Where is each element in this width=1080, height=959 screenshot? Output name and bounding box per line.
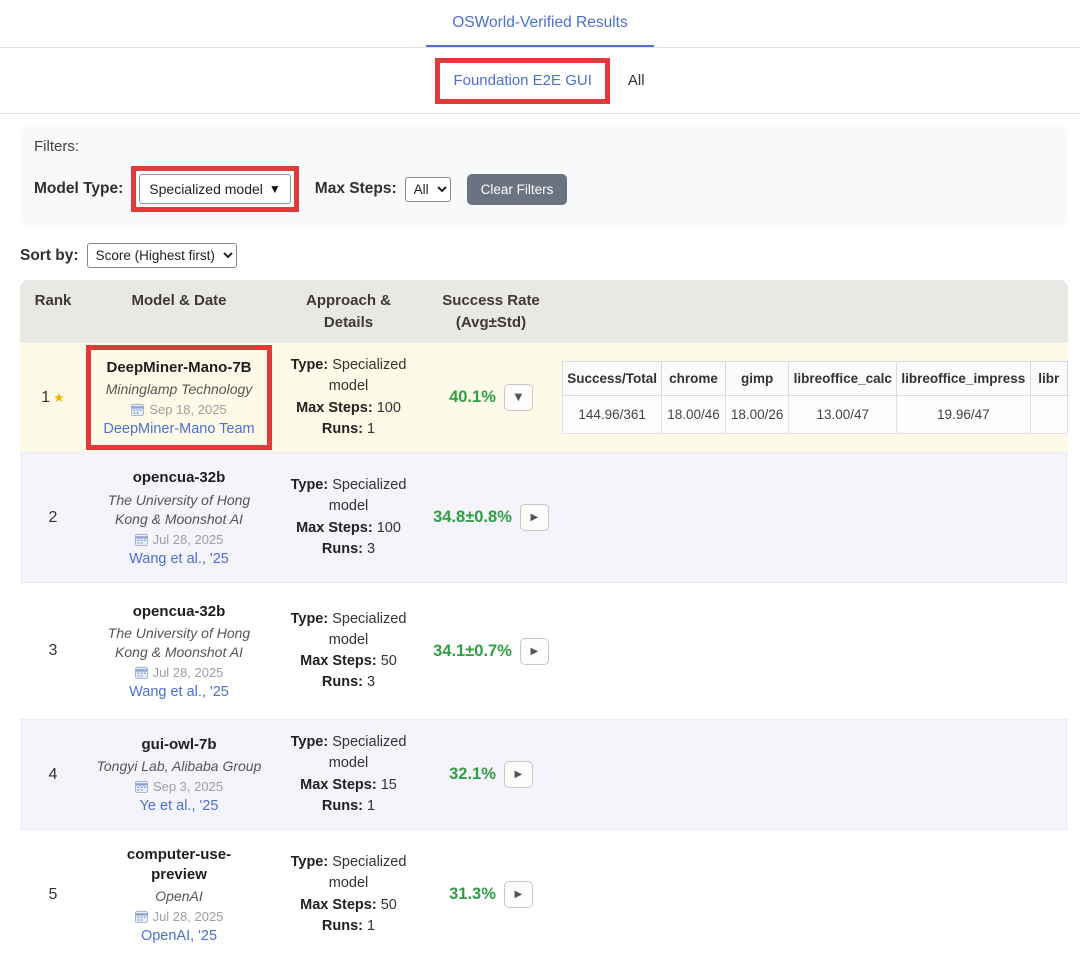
model-link[interactable]: Wang et al., '25 bbox=[129, 684, 229, 700]
model-name: computer-use-preview bbox=[118, 845, 240, 886]
model-link[interactable]: Wang et al., '25 bbox=[129, 551, 229, 567]
detail-value bbox=[1030, 396, 1067, 434]
results-title-bar: OSWorld-Verified Results bbox=[0, 0, 1080, 48]
column-header-rank: Rank bbox=[20, 290, 86, 312]
success-rate-value: 34.1±0.7% bbox=[433, 642, 512, 661]
calendar-icon bbox=[135, 780, 148, 793]
annotation-box-model-type: Specialized model ▼ bbox=[131, 166, 299, 212]
table-row: 3 opencua-32b The University of Hong Kon… bbox=[20, 582, 1068, 719]
tab-foundation-e2e-gui[interactable]: Foundation E2E GUI bbox=[453, 72, 591, 89]
detail-col-header: libreoffice_calc bbox=[789, 362, 897, 396]
star-icon: ★ bbox=[53, 391, 65, 406]
max-steps-label: Max Steps: bbox=[315, 180, 397, 198]
model-type-dropdown[interactable]: Specialized model ▼ bbox=[139, 174, 291, 204]
column-header-approach-details: Approach & Details bbox=[272, 290, 425, 334]
rank-cell: 1★ bbox=[20, 389, 86, 407]
detail-value: 13.00/47 bbox=[789, 396, 897, 434]
model-link[interactable]: Ye et al., '25 bbox=[140, 798, 219, 814]
model-date: Sep 18, 2025 bbox=[131, 402, 226, 417]
rank-cell: 3 bbox=[20, 642, 86, 660]
sort-row: Sort by: Score (Highest first) bbox=[20, 243, 1080, 268]
success-rate-value: 34.8±0.8% bbox=[433, 508, 512, 527]
detail-col-header: libreoffice_impress bbox=[897, 362, 1031, 396]
detail-col-header: Success/Total bbox=[563, 362, 662, 396]
filters-panel: Filters: Model Type: Specialized model ▼… bbox=[20, 124, 1068, 228]
detail-col-header: gimp bbox=[725, 362, 789, 396]
model-date: Sep 3, 2025 bbox=[135, 779, 223, 794]
clear-filters-button[interactable]: Clear Filters bbox=[467, 174, 568, 205]
success-rate-value: 31.3% bbox=[449, 885, 496, 904]
rank-cell: 4 bbox=[20, 766, 86, 784]
details-toggle-button[interactable]: ▶ bbox=[520, 504, 549, 531]
details-toggle-button[interactable]: ▶ bbox=[504, 881, 533, 908]
model-name: opencua-32b bbox=[133, 468, 226, 488]
model-type-label: Model Type: bbox=[34, 180, 123, 198]
model-date: Jul 28, 2025 bbox=[135, 532, 224, 547]
calendar-icon bbox=[135, 533, 148, 546]
detail-col-header: libr bbox=[1030, 362, 1067, 396]
calendar-icon bbox=[135, 666, 148, 679]
model-date: Jul 28, 2025 bbox=[135, 665, 224, 680]
annotation-box-top-model: DeepMiner-Mano-7B Mininglamp Technology … bbox=[86, 345, 271, 450]
model-name: opencua-32b bbox=[133, 602, 226, 622]
model-link[interactable]: DeepMiner-Mano Team bbox=[103, 421, 254, 437]
rank-cell: 2 bbox=[20, 509, 86, 527]
sort-by-label: Sort by: bbox=[20, 247, 79, 265]
model-affiliation: The University of Hong Kong & Moonshot A… bbox=[94, 624, 264, 662]
expanded-details-cell: Success/Total chrome gimp libreoffice_ca… bbox=[557, 361, 1068, 434]
model-link[interactable]: OpenAI, '25 bbox=[141, 928, 217, 944]
details-toggle-button[interactable]: ▶ bbox=[504, 761, 533, 788]
model-type-value: Specialized model bbox=[149, 181, 263, 197]
dropdown-arrow-icon: ▼ bbox=[269, 182, 281, 196]
approach-cell: Type: Specialized model Max Steps: 100 R… bbox=[272, 475, 425, 559]
success-rate-value: 40.1% bbox=[449, 388, 496, 407]
approach-cell: Type: Specialized model Max Steps: 50 Ru… bbox=[272, 852, 425, 936]
approach-cell: Type: Specialized model Max Steps: 50 Ru… bbox=[272, 609, 425, 693]
table-row: 4 gui-owl-7b Tongyi Lab, Alibaba Group S… bbox=[20, 719, 1068, 829]
rank-cell: 5 bbox=[20, 886, 86, 904]
model-affiliation: Tongyi Lab, Alibaba Group bbox=[97, 757, 262, 776]
approach-cell: Type: Specialized model Max Steps: 100 R… bbox=[272, 355, 425, 439]
leaderboard-header: Rank Model & Date Approach & Details Suc… bbox=[20, 280, 1068, 342]
detail-value: 19.96/47 bbox=[897, 396, 1031, 434]
table-row: 2 opencua-32b The University of Hong Kon… bbox=[20, 452, 1068, 582]
column-header-model-date: Model & Date bbox=[86, 290, 272, 312]
filters-heading: Filters: bbox=[34, 138, 1050, 155]
detail-value: 18.00/46 bbox=[662, 396, 726, 434]
calendar-icon bbox=[131, 403, 144, 416]
detail-value: 144.96/361 bbox=[563, 396, 662, 434]
model-affiliation: The University of Hong Kong & Moonshot A… bbox=[94, 491, 264, 529]
details-toggle-button[interactable]: ▶ bbox=[520, 638, 549, 665]
calendar-icon bbox=[135, 910, 148, 923]
details-toggle-button[interactable]: ▼ bbox=[504, 384, 533, 411]
model-affiliation: Mininglamp Technology bbox=[106, 380, 253, 399]
tab-all[interactable]: All bbox=[628, 72, 645, 89]
approach-cell: Type: Specialized model Max Steps: 15 Ru… bbox=[272, 732, 425, 816]
model-date: Jul 28, 2025 bbox=[135, 909, 224, 924]
model-affiliation: OpenAI bbox=[155, 887, 202, 906]
annotation-box-foundation-tab: Foundation E2E GUI bbox=[435, 58, 609, 104]
detail-col-header: chrome bbox=[662, 362, 726, 396]
leaderboard-table: Rank Model & Date Approach & Details Suc… bbox=[20, 280, 1068, 959]
model-name: gui-owl-7b bbox=[142, 735, 217, 755]
detail-value: 18.00/26 bbox=[725, 396, 789, 434]
tab-osworld-verified-results[interactable]: OSWorld-Verified Results bbox=[426, 0, 653, 47]
max-steps-select[interactable]: All bbox=[405, 177, 451, 202]
category-tab-bar: Foundation E2E GUI All bbox=[0, 48, 1080, 114]
sort-select[interactable]: Score (Highest first) bbox=[87, 243, 237, 268]
model-name: DeepMiner-Mano-7B bbox=[106, 358, 251, 378]
per-app-results-table: Success/Total chrome gimp libreoffice_ca… bbox=[562, 361, 1068, 434]
table-row: 1★ DeepMiner-Mano-7B Mininglamp Technolo… bbox=[20, 342, 1068, 452]
table-row: 5 computer-use-preview OpenAI Jul 28, 20… bbox=[20, 829, 1068, 959]
column-header-success-rate: Success Rate (Avg±Std) bbox=[425, 290, 557, 334]
success-rate-value: 32.1% bbox=[449, 765, 496, 784]
